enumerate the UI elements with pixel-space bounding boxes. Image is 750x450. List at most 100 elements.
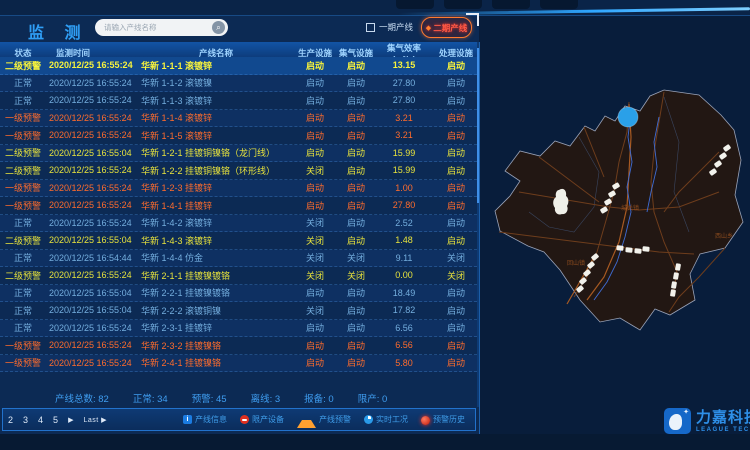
table-cell: 华新 1-4-4 仿金 — [138, 251, 294, 264]
top-tab-decor — [492, 0, 530, 9]
legend-item[interactable]: 限产设备 — [240, 414, 284, 425]
table-cell: 2020/12/25 16:55:24 — [46, 60, 138, 70]
table-row[interactable]: 正常2020/12/25 16:55:24华新 1-1-2 滚镀镍启动启动27.… — [0, 75, 477, 93]
brand-logo: 力嘉科技 LEAGUE TECH — [664, 408, 750, 434]
search-input[interactable] — [95, 19, 228, 36]
table-cell: 启动 — [294, 286, 336, 299]
table-cell: 2020/12/25 16:55:24 — [46, 218, 138, 228]
legend-item[interactable]: 产线预警 — [297, 411, 351, 428]
table-cell: 二级预警 — [0, 269, 46, 282]
table-cell: 华新 1-1-5 滚镀锌 — [138, 129, 294, 142]
table-row[interactable]: 二级预警2020/12/25 16:55:24华新 1-2-2 挂镀铜镍铬（环形… — [0, 162, 477, 180]
table-cell: 华新 2-2-1 挂镀镍镀铬 — [138, 286, 294, 299]
summary-row: 产线总数: 82正常: 34预警: 45离线: 3报备: 0限产: 0 — [55, 391, 475, 405]
table-cell: 启动 — [432, 129, 480, 142]
map-marker[interactable] — [634, 248, 641, 254]
map-marker[interactable] — [625, 247, 632, 253]
top-tab-decor — [444, 0, 482, 9]
table-cell: 启动 — [336, 76, 376, 89]
page-button[interactable]: 5 — [53, 415, 58, 425]
table-cell: 启动 — [432, 164, 480, 177]
table-row[interactable]: 一级预警2020/12/25 16:55:24华新 1-1-5 滚镀锌启动启动3… — [0, 127, 477, 145]
table-cell: 启动 — [432, 76, 480, 89]
table-row[interactable]: 一级预警2020/12/25 16:55:24华新 1-4-1 挂镀锌启动启动2… — [0, 197, 477, 215]
table-cell: 9.11 — [376, 253, 432, 263]
page-button[interactable]: 4 — [38, 415, 43, 425]
table-cell: 启动 — [336, 356, 376, 369]
table-cell: 启动 — [294, 129, 336, 142]
table-cell: 2020/12/25 16:55:24 — [46, 113, 138, 123]
table-cell: 关闭 — [432, 251, 480, 264]
legend-item[interactable]: 产线信息 — [183, 414, 227, 425]
map-alert-marker[interactable] — [618, 107, 638, 127]
table-row[interactable]: 正常2020/12/25 16:55:04华新 2-2-2 滚镀铜镍关闭启动17… — [0, 302, 477, 320]
table-cell: 启动 — [432, 339, 480, 352]
last-page-button[interactable]: Last ▶ — [83, 416, 107, 424]
table-cell: 华新 1-1-2 滚镀镍 — [138, 76, 294, 89]
table-cell: 关闭 — [294, 216, 336, 229]
table-cell: 正常 — [0, 76, 46, 89]
search-icon[interactable]: ⌕ — [212, 21, 225, 34]
table-cell: 启动 — [336, 339, 376, 352]
page-title: 监 测 — [28, 19, 88, 43]
table-row[interactable]: 二级预警2020/12/25 16:55:24华新 2-1-1 挂镀镍镀铬关闭关… — [0, 267, 477, 285]
legend-label: 产线信息 — [195, 414, 227, 425]
legend-item[interactable]: 预警历史 — [421, 414, 465, 425]
table-cell: 启动 — [336, 234, 376, 247]
table-cell: 27.80 — [376, 95, 432, 105]
table-row[interactable]: 一级预警2020/12/25 16:55:24华新 2-4-1 挂镀镍铬启动启动… — [0, 355, 477, 373]
map-marker[interactable] — [642, 246, 649, 252]
table-cell: 启动 — [336, 216, 376, 229]
table-row[interactable]: 二级预警2020/12/25 16:55:24华新 1-1-1 滚镀锌启动启动1… — [0, 57, 477, 75]
table-cell: 华新 2-3-1 挂镀锌 — [138, 321, 294, 334]
table-row[interactable]: 正常2020/12/25 16:55:24华新 1-4-2 滚镀锌关闭启动2.5… — [0, 215, 477, 233]
table-cell: 启动 — [432, 94, 480, 107]
table-cell: 二级预警 — [0, 59, 46, 72]
table-row[interactable]: 二级预警2020/12/25 16:55:04华新 1-4-3 滚镀锌关闭启动1… — [0, 232, 477, 250]
phase2-label: 二期产线 — [433, 22, 467, 34]
legend-label: 限产设备 — [252, 414, 284, 425]
map-town-label: 西山乡 — [715, 232, 733, 240]
legend-item[interactable]: 实时工况 — [364, 414, 408, 425]
bottom-strip — [0, 434, 750, 450]
table-cell: 2020/12/25 16:55:24 — [46, 130, 138, 140]
table-row[interactable]: 一级预警2020/12/25 16:55:24华新 1-1-4 滚镀锌启动启动3… — [0, 110, 477, 128]
page-button[interactable]: 2 — [8, 415, 13, 425]
table-cell: 2020/12/25 16:55:04 — [46, 305, 138, 315]
page-button[interactable]: 3 — [23, 415, 28, 425]
table-cell: 13.15 — [376, 60, 432, 70]
table-row[interactable]: 二级预警2020/12/25 16:55:04华新 1-2-1 挂镀铜镍铬（龙门… — [0, 145, 477, 163]
table-cell: 启动 — [336, 146, 376, 159]
table-cell: 启动 — [294, 59, 336, 72]
table-cell: 2020/12/25 16:55:24 — [46, 165, 138, 175]
table-cell: 启动 — [294, 181, 336, 194]
table-cell: 正常 — [0, 94, 46, 107]
table-cell: 关闭 — [336, 269, 376, 282]
table-row[interactable]: 正常2020/12/25 16:55:24华新 1-1-3 滚镀锌启动启动27.… — [0, 92, 477, 110]
table-cell: 1.48 — [376, 235, 432, 245]
table-cell: 启动 — [336, 199, 376, 212]
phase2-button[interactable]: ◆ 二期产线 — [421, 17, 472, 38]
table-cell: 关闭 — [336, 251, 376, 264]
next-page-button[interactable]: ▶ — [68, 416, 73, 424]
table-cell: 启动 — [336, 111, 376, 124]
table-row[interactable]: 正常2020/12/25 16:55:24华新 2-3-1 挂镀锌启动启动6.5… — [0, 320, 477, 338]
table-row[interactable]: 正常2020/12/25 16:55:04华新 2-2-1 挂镀镍镀铬启动启动1… — [0, 285, 477, 303]
table-row[interactable]: 一级预警2020/12/25 16:55:24华新 1-2-3 挂镀锌启动启动1… — [0, 180, 477, 198]
map-marker[interactable] — [616, 245, 623, 251]
table-cell: 启动 — [432, 199, 480, 212]
region-map[interactable]: 西山乡回山镇城关镇 — [479, 42, 750, 408]
phase1-checkbox[interactable]: 一期产线 — [366, 21, 413, 33]
checkbox-icon[interactable] — [366, 23, 375, 32]
warn-tri-icon — [297, 411, 316, 428]
map-town-label: 城关镇 — [621, 204, 639, 212]
table-cell: 2020/12/25 16:55:04 — [46, 148, 138, 158]
summary-item: 预警: 45 — [192, 391, 227, 405]
table-cell: 启动 — [432, 234, 480, 247]
table-cell: 2020/12/25 16:55:24 — [46, 270, 138, 280]
table-cell: 华新 2-2-2 滚镀铜镍 — [138, 304, 294, 317]
table-cell: 关闭 — [294, 269, 336, 282]
table-row[interactable]: 一级预警2020/12/25 16:55:24华新 2-3-2 挂镀镍铬启动启动… — [0, 337, 477, 355]
table-row[interactable]: 正常2020/12/25 16:54:44华新 1-4-4 仿金关闭关闭9.11… — [0, 250, 477, 268]
table-cell: 2020/12/25 16:55:24 — [46, 183, 138, 193]
